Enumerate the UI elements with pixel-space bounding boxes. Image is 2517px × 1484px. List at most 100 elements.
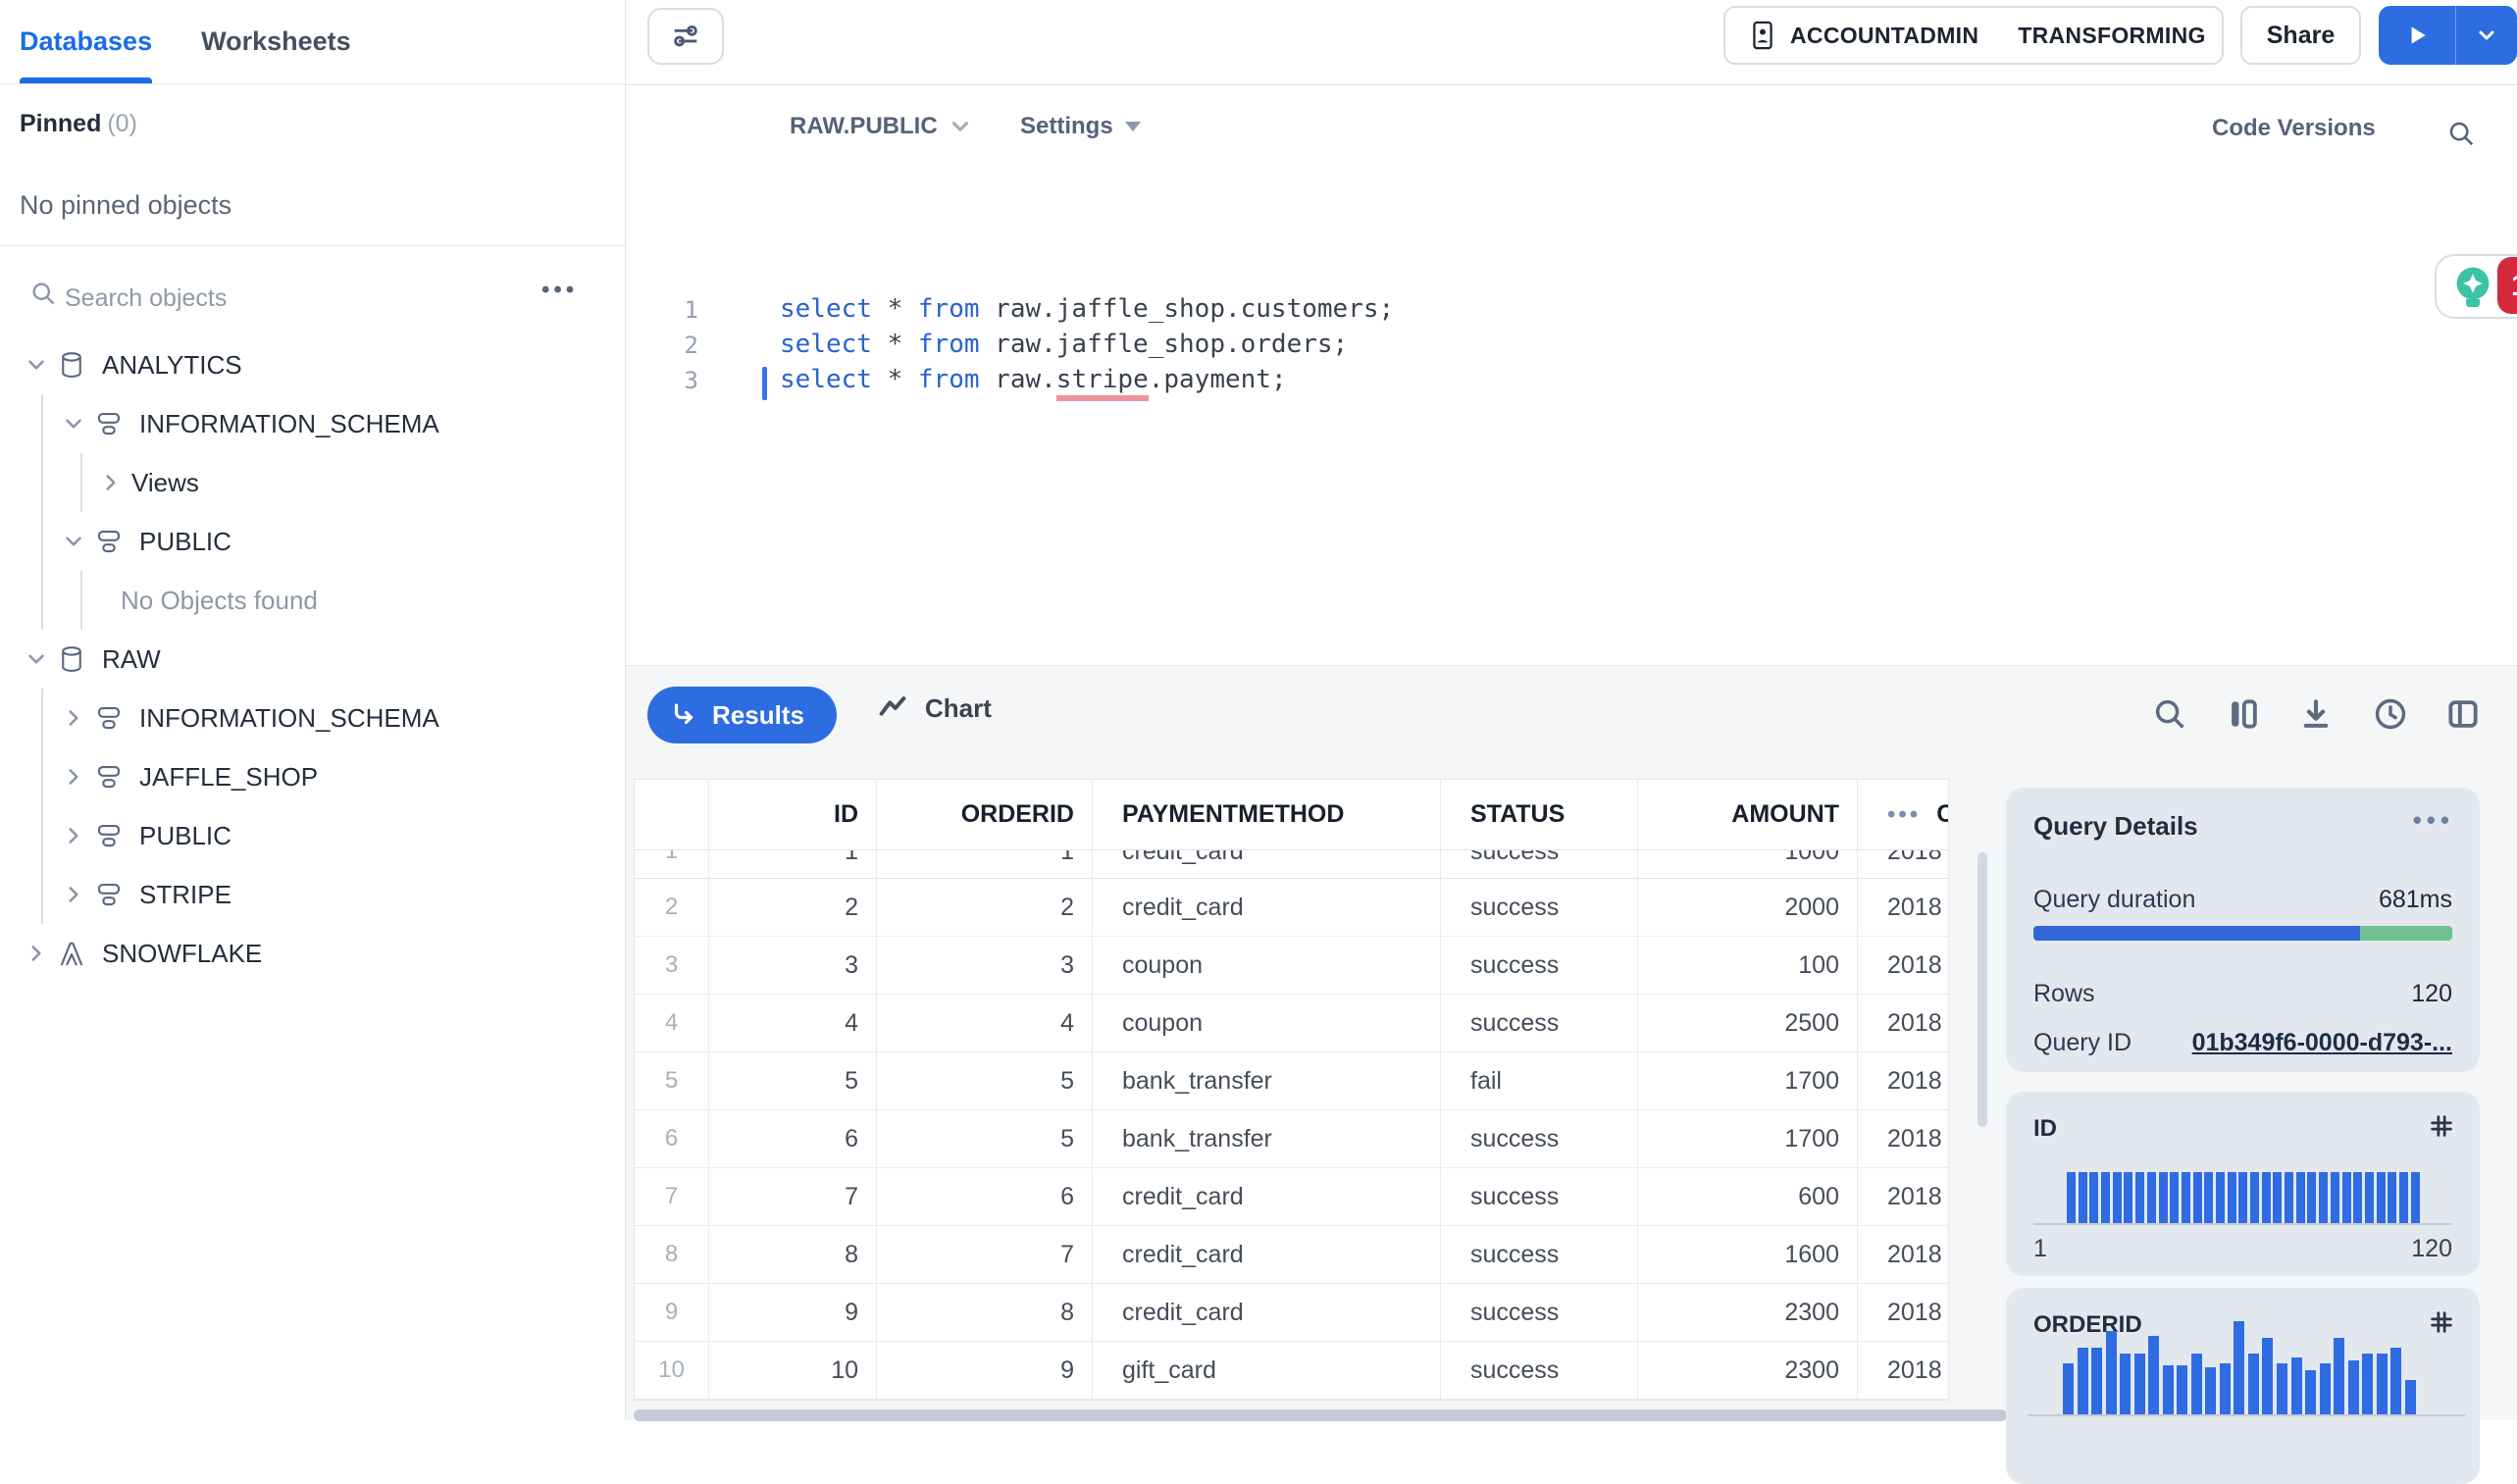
results-search-icon[interactable]	[2151, 695, 2188, 733]
table-cell: 3	[877, 937, 1093, 994]
column-header-created[interactable]: ••• CREATED	[1858, 780, 1948, 849]
search-more-icon[interactable]: •••	[541, 277, 578, 304]
table-cell: 2300	[1638, 1342, 1858, 1399]
schema-context-selector[interactable]: RAW.PUBLIC	[790, 113, 973, 140]
table-row[interactable]: 10 10 9 gift_card success 2300 2018	[635, 1342, 1948, 1400]
code-versions-link[interactable]: Code Versions	[2212, 115, 2376, 142]
tree-item-public[interactable]: PUBLIC	[0, 512, 625, 571]
chevron-down-icon	[2475, 24, 2498, 47]
histogram-bar	[2273, 1172, 2283, 1223]
tree-item-raw[interactable]: RAW	[0, 630, 625, 689]
column-header-label: PAYMENTMETHOD	[1122, 800, 1345, 828]
table-row[interactable]: 6 6 5 bank_transfer success 1700 2018	[635, 1110, 1948, 1168]
chevron-down-icon[interactable]	[61, 529, 86, 554]
columns-icon[interactable]	[2225, 695, 2262, 733]
sliders-icon	[669, 20, 702, 53]
pinned-label: Pinned	[20, 110, 102, 137]
tree-item-snowflake[interactable]: SNOWFLAKE	[0, 924, 625, 983]
table-cell: credit_card	[1093, 1226, 1441, 1283]
table-cell: 2018	[1887, 893, 1942, 921]
object-search[interactable]: Search objects •••	[0, 263, 625, 324]
run-button[interactable]	[2379, 6, 2456, 65]
chevron-right-icon[interactable]	[61, 823, 86, 848]
histogram-bar	[2319, 1363, 2331, 1414]
split-panel-icon[interactable]	[2444, 695, 2482, 733]
histogram-bar	[2190, 1354, 2202, 1414]
tree-guide-line	[41, 394, 43, 630]
horizontal-scrollbar[interactable]	[634, 1409, 2007, 1421]
tree-item-information-schema[interactable]: INFORMATION_SCHEMA	[0, 689, 625, 747]
table-cell: success	[1441, 995, 1638, 1051]
tree-item-views[interactable]: Views	[0, 453, 625, 512]
query-id-link[interactable]: 01b349f6-0000-d793-...	[2192, 1029, 2452, 1057]
column-header-rownum[interactable]	[635, 780, 709, 849]
histogram-bar	[2135, 1172, 2145, 1223]
chevron-right-icon[interactable]	[61, 882, 86, 907]
table-row[interactable]: 2 2 2 credit_card success 2000 2018	[635, 879, 1948, 937]
tree-item-analytics[interactable]: ANALYTICS	[0, 335, 625, 394]
tree-item-jaffle-shop[interactable]: JAFFLE_SHOP	[0, 747, 625, 806]
sql-text: *	[871, 330, 918, 359]
query-details-menu-icon[interactable]: •••	[2413, 805, 2454, 836]
tab-worksheets[interactable]: Worksheets	[201, 0, 351, 83]
table-row[interactable]: 8 8 7 credit_card success 1600 2018	[635, 1226, 1948, 1284]
chevron-down-icon[interactable]	[61, 411, 86, 436]
table-cell: 1	[709, 850, 877, 878]
rows-label: Rows	[2033, 980, 2095, 1007]
sql-editor[interactable]: RAW.PUBLIC Settings Code Versions 1 selec…	[626, 85, 2517, 665]
table-row[interactable]: 3 3 3 coupon success 100 2018	[635, 937, 1948, 995]
tab-chart[interactable]: Chart	[876, 691, 992, 725]
table-cell: 1700	[1638, 1110, 1858, 1167]
copilot-suggestion-pill[interactable]: 1	[2435, 254, 2517, 319]
chevron-right-icon[interactable]	[98, 470, 124, 495]
tab-results[interactable]: Results	[647, 687, 837, 743]
chevron-right-icon[interactable]	[24, 941, 49, 966]
table-row[interactable]: 5 5 5 bank_transfer fail 1700 2018	[635, 1052, 1948, 1110]
histogram-bar	[2181, 1172, 2190, 1223]
worksheet-settings-button[interactable]	[647, 8, 724, 65]
chevron-down-icon[interactable]	[24, 646, 49, 672]
tree-item-label: INFORMATION_SCHEMA	[139, 408, 439, 438]
sidebar-tabs: Databases Worksheets	[0, 0, 625, 84]
column-header-label: ID	[834, 800, 858, 828]
history-icon[interactable]	[2372, 695, 2409, 733]
query-duration-value: 681ms	[2378, 886, 2452, 913]
table-cell: credit_card	[1093, 1168, 1441, 1225]
table-row[interactable]: 1 1 1 credit_card success 1000 2018	[635, 850, 1948, 878]
column-header-paymentmethod[interactable]: PAYMENTMETHOD	[1093, 780, 1441, 849]
results-grid[interactable]: ID ORDERID PAYMENTMETHOD STATUS AMOUNT ••• CRE…	[634, 779, 1949, 1401]
editor-settings-menu[interactable]: Settings	[1020, 113, 1141, 140]
share-button[interactable]: Share	[2240, 6, 2361, 65]
tree-item-stripe[interactable]: STRIPE	[0, 865, 625, 924]
table-row[interactable]: 4 4 4 coupon success 2500 2018	[635, 995, 1948, 1052]
column-header-amount[interactable]: AMOUNT	[1638, 780, 1858, 849]
duration-progress-bar	[2033, 926, 2452, 941]
download-icon[interactable]	[2297, 695, 2335, 733]
chevron-down-icon[interactable]	[24, 352, 49, 378]
chevron-right-icon[interactable]	[61, 705, 86, 731]
run-options-button[interactable]	[2456, 6, 2517, 65]
column-menu-icon[interactable]: •••	[1887, 801, 1921, 829]
table-row[interactable]: 9 9 8 credit_card success 2300 2018	[635, 1284, 1948, 1342]
schema-context-label: RAW.PUBLIC	[790, 113, 938, 139]
table-cell: 2	[877, 879, 1093, 936]
column-header-id[interactable]: ID	[709, 780, 877, 849]
column-header-orderid[interactable]: ORDERID	[877, 780, 1093, 849]
histogram-bar	[2347, 1360, 2359, 1414]
table-cell: success	[1441, 850, 1638, 878]
tree-item-information-schema[interactable]: INFORMATION_SCHEMA	[0, 394, 625, 453]
column-header-status[interactable]: STATUS	[1441, 780, 1638, 849]
tab-databases[interactable]: Databases	[20, 0, 153, 83]
tree-item-label: SNOWFLAKE	[102, 938, 263, 968]
vertical-scrollbar[interactable]	[1978, 852, 1987, 1127]
context-role-warehouse-selector[interactable]: ACCOUNTADMIN TRANSFORMING	[1723, 6, 2224, 65]
chevron-right-icon[interactable]	[61, 764, 86, 790]
editor-search-icon[interactable]	[2446, 119, 2476, 148]
table-row[interactable]: 7 7 6 credit_card success 600 2018	[635, 1168, 1948, 1226]
tree-guide-line	[41, 689, 43, 924]
schema-icon	[94, 880, 124, 909]
snowsight-worksheet-app: { "sidebar": { "tabs": [ {"label": "Data…	[0, 0, 2517, 1484]
histogram-bar	[2247, 1354, 2259, 1414]
table-row-partial[interactable]: 1 1 1 credit_card success 1000 2018	[635, 850, 1948, 879]
tree-item-public[interactable]: PUBLIC	[0, 806, 625, 865]
